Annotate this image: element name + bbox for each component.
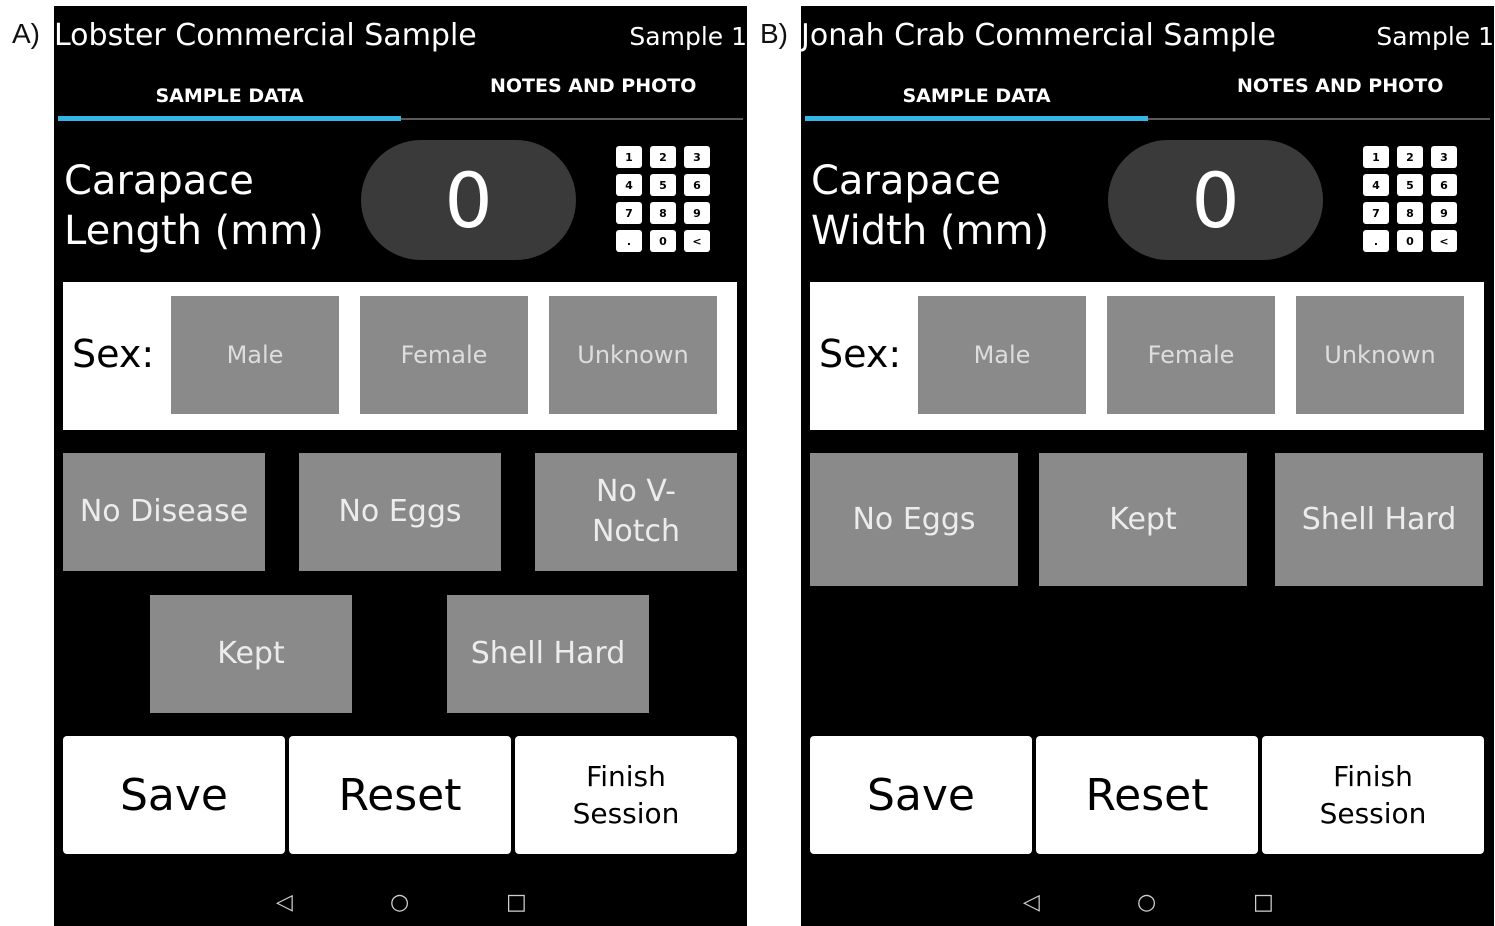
keypad-key: 2 (1397, 146, 1423, 168)
keypad-key: < (684, 230, 710, 252)
android-nav-bar: ◁ ○ □ (801, 886, 1494, 926)
kept-toggle[interactable]: Kept (1039, 453, 1247, 586)
keypad-key: 8 (1397, 202, 1423, 224)
keypad-key: < (1431, 230, 1457, 252)
tab-divider (401, 118, 743, 120)
carapace-width-label: Carapace Width (mm) (811, 158, 1050, 254)
lobster-sample-screen: Lobster Commercial Sample Sample 1 SAMPL… (54, 6, 747, 926)
keypad-icon[interactable]: 1 2 3 4 5 6 7 8 9 . 0 < (1363, 146, 1458, 252)
sex-male-button[interactable]: Male (171, 296, 339, 414)
keypad-key: 3 (684, 146, 710, 168)
reset-button[interactable]: Reset (289, 736, 511, 854)
jonah-crab-sample-screen: Jonah Crab Commercial Sample Sample 1 SA… (801, 6, 1494, 926)
no-disease-toggle[interactable]: No Disease (63, 453, 265, 571)
home-icon[interactable]: ○ (1137, 890, 1156, 915)
sex-female-button[interactable]: Female (360, 296, 528, 414)
sex-label: Sex: (72, 332, 155, 376)
app-title: Jonah Crab Commercial Sample (801, 18, 1276, 53)
tab-notes-and-photo[interactable]: NOTES AND PHOTO (490, 74, 710, 99)
back-icon[interactable]: ◁ (1023, 890, 1040, 915)
reset-button[interactable]: Reset (1036, 736, 1258, 854)
keypad-icon[interactable]: 1 2 3 4 5 6 7 8 9 . 0 < (616, 146, 711, 252)
panel-b-label: B) (760, 18, 788, 49)
save-button[interactable]: Save (810, 736, 1032, 854)
keypad-key: . (1363, 230, 1389, 252)
sample-number: Sample 1 (1376, 22, 1494, 51)
carapace-length-value[interactable]: 0 (361, 140, 576, 260)
finish-session-button[interactable]: Finish Session (1262, 736, 1484, 854)
no-eggs-toggle[interactable]: No Eggs (810, 453, 1018, 586)
android-nav-bar: ◁ ○ □ (54, 886, 747, 926)
sex-female-button[interactable]: Female (1107, 296, 1275, 414)
tab-sample-data[interactable]: SAMPLE DATA (805, 70, 1148, 122)
active-tab-indicator (58, 116, 401, 121)
keypad-key: 9 (1431, 202, 1457, 224)
keypad-key: 3 (1431, 146, 1457, 168)
keypad-key: 0 (650, 230, 676, 252)
no-eggs-toggle[interactable]: No Eggs (299, 453, 501, 571)
no-v-notch-toggle[interactable]: No V-Notch (535, 453, 737, 571)
tab-sample-data[interactable]: SAMPLE DATA (58, 70, 401, 122)
sex-male-button[interactable]: Male (918, 296, 1086, 414)
keypad-key: 8 (650, 202, 676, 224)
tab-notes-and-photo[interactable]: NOTES AND PHOTO (1237, 74, 1457, 99)
active-tab-indicator (805, 116, 1148, 121)
keypad-key: 4 (616, 174, 642, 196)
keypad-key: 5 (650, 174, 676, 196)
keypad-key: 0 (1397, 230, 1423, 252)
keypad-key: 1 (616, 146, 642, 168)
carapace-width-value[interactable]: 0 (1108, 140, 1323, 260)
app-title: Lobster Commercial Sample (54, 18, 477, 53)
recents-icon[interactable]: □ (506, 890, 527, 915)
keypad-key: 5 (1397, 174, 1423, 196)
recents-icon[interactable]: □ (1253, 890, 1274, 915)
keypad-key: . (616, 230, 642, 252)
sex-unknown-button[interactable]: Unknown (1296, 296, 1464, 414)
keypad-key: 7 (1363, 202, 1389, 224)
keypad-key: 4 (1363, 174, 1389, 196)
save-button[interactable]: Save (63, 736, 285, 854)
keypad-key: 9 (684, 202, 710, 224)
keypad-key: 1 (1363, 146, 1389, 168)
kept-toggle[interactable]: Kept (150, 595, 352, 713)
panel-a-label: A) (12, 18, 40, 49)
keypad-key: 6 (1431, 174, 1457, 196)
carapace-length-label: Carapace Length (mm) (64, 158, 324, 254)
home-icon[interactable]: ○ (390, 890, 409, 915)
finish-session-button[interactable]: Finish Session (515, 736, 737, 854)
shell-hard-toggle[interactable]: Shell Hard (447, 595, 649, 713)
sex-unknown-button[interactable]: Unknown (549, 296, 717, 414)
keypad-key: 2 (650, 146, 676, 168)
keypad-key: 7 (616, 202, 642, 224)
sex-label: Sex: (819, 332, 902, 376)
sex-selector: Sex: Male Female Unknown (810, 282, 1484, 430)
shell-hard-toggle[interactable]: Shell Hard (1275, 453, 1483, 586)
tab-divider (1148, 118, 1490, 120)
sample-number: Sample 1 (629, 22, 747, 51)
keypad-key: 6 (684, 174, 710, 196)
sex-selector: Sex: Male Female Unknown (63, 282, 737, 430)
back-icon[interactable]: ◁ (276, 890, 293, 915)
